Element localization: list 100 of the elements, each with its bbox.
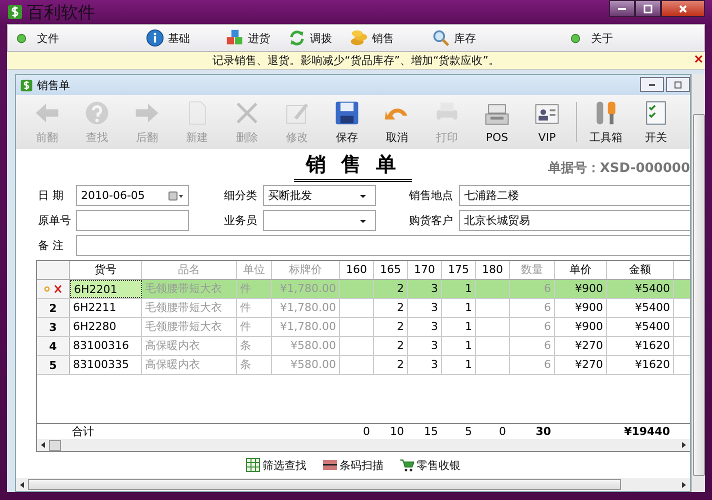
table-cell: ¥1,780.00 (280, 301, 336, 314)
search-icon (432, 29, 450, 47)
table-row[interactable]: 5 83100335 高保暖内衣 条 ¥580.00 2 3 1 6 ¥270 ¥1620 (37, 356, 690, 375)
total-cell: 10 (390, 425, 404, 438)
menu-item[interactable]: 进货 (226, 29, 270, 47)
column-header[interactable]: 单价 (555, 261, 607, 279)
horizontal-scrollbar[interactable] (37, 439, 690, 451)
close-button[interactable] (661, 0, 705, 17)
window-title: 百利软件 (27, 2, 95, 24)
cubes-icon (226, 29, 244, 47)
close-button[interactable]: × (694, 52, 703, 68)
table-cell: ¥5400 (635, 282, 670, 295)
row-number: 4 (49, 340, 57, 352)
vertical-scrollbar[interactable] (691, 74, 705, 492)
column-header[interactable]: 165 (374, 261, 408, 279)
info-message: 记录销售、退货。影响减少“货品库存”、增加“货款应收”。 (212, 53, 500, 68)
field-label: 销售地点 (408, 188, 454, 203)
table-cell: ¥270 (575, 358, 603, 371)
total-cell: 30 (536, 425, 551, 438)
input-field[interactable]: 北京长城贸易 (459, 210, 690, 231)
dropdown-field[interactable]: 买断批发 (263, 185, 376, 206)
scrollbar-thumb[interactable] (28, 479, 622, 490)
calendar-dropdown-icon (168, 190, 184, 200)
toolbar-button[interactable]: POS (472, 100, 522, 144)
table-cell: 2 (397, 282, 404, 295)
table-cell: 1 (465, 339, 472, 352)
column-header[interactable]: 金额 (607, 261, 674, 279)
input-field[interactable]: 七浦路二楼 (459, 185, 690, 206)
input-field[interactable] (76, 210, 189, 231)
row-number: 5 (49, 358, 57, 372)
maximize-button[interactable] (635, 0, 661, 17)
table-row[interactable]: 3 6H2280 毛领腰带短大衣 件 ¥1,780.00 2 3 1 6 ¥900 ¥5400 (37, 318, 690, 337)
menu-item[interactable]: 关于 (570, 30, 613, 46)
table-cell: ¥1,780.00 (280, 282, 336, 295)
menu-item[interactable]: 文件 (16, 30, 59, 46)
table-cell: 83100316 (73, 339, 129, 352)
minimize-button[interactable] (609, 0, 635, 17)
maximize-button[interactable] (666, 77, 690, 92)
table-cell: 3 (431, 282, 438, 295)
scrollbar-thumb[interactable] (49, 440, 61, 450)
toolbar-button[interactable]: 保存 (322, 99, 372, 145)
table-cell: 毛领腰带短大衣 (145, 320, 222, 333)
column-header[interactable]: 货号 (70, 261, 142, 279)
column-header[interactable]: 180 (476, 261, 510, 279)
table-cell: 高保暖内衣 (145, 358, 200, 371)
table-corner (37, 261, 70, 279)
field-label: 备 注 (37, 238, 64, 253)
field-label: 业务员 (223, 213, 258, 228)
toolbar-button[interactable]: 工具箱 (581, 99, 631, 145)
table-cell: 条 (240, 358, 251, 371)
table-cell: ¥900 (575, 282, 603, 295)
field-label: 原单号 (37, 213, 72, 228)
table-row[interactable]: 2 6H2211 毛领腰带短大衣 件 ¥1,780.00 2 3 1 6 ¥900 ¥5400 (37, 299, 690, 318)
table-cell: 3 (431, 301, 438, 314)
menu-item[interactable]: 库存 (432, 29, 476, 47)
toolbar-button[interactable]: 开关 (631, 99, 681, 145)
table-cell: 2 (397, 339, 404, 352)
input-field[interactable] (76, 235, 690, 256)
menu-item[interactable]: 销售 (350, 29, 394, 47)
table-cell: ¥900 (575, 301, 603, 314)
column-header[interactable]: 170 (408, 261, 442, 279)
dollar-icon (20, 78, 33, 92)
field-label: 日 期 (37, 188, 64, 203)
toolbar-button[interactable]: 取消 (372, 99, 422, 145)
menu-item[interactable]: 调拨 (288, 29, 332, 47)
coins-icon (350, 29, 368, 47)
column-header[interactable]: 175 (442, 261, 476, 279)
table-cell: ¥1620 (635, 339, 670, 352)
table-cell: ¥900 (575, 320, 603, 333)
bottom-button[interactable]: 条码扫描 (322, 458, 384, 472)
table-cell: 6 (544, 301, 551, 314)
table-row[interactable]: 4 83100316 高保暖内衣 条 ¥580.00 2 3 1 6 ¥270 ¥1620 (37, 337, 690, 356)
table-cell: ¥1,780.00 (280, 320, 336, 333)
table-cell: 件 (240, 301, 251, 314)
column-header[interactable]: 160 (340, 261, 374, 279)
toolbar-button[interactable]: VIP (522, 100, 572, 144)
table-cell: 6H2211 (73, 301, 116, 314)
table-cell: ¥580.00 (290, 358, 336, 371)
right-arrow-icon (680, 480, 688, 488)
table-cell: ¥580.00 (290, 339, 336, 352)
edit-marker-icon (43, 284, 63, 294)
menu-item[interactable]: 基础 (146, 29, 190, 47)
refresh-icon (288, 29, 306, 47)
scrollbar-thumb[interactable] (692, 114, 704, 476)
bottom-button[interactable]: 零售收银 (400, 458, 460, 472)
bottom-button[interactable]: 筛选查找 (246, 458, 306, 472)
minimize-button[interactable] (640, 77, 664, 92)
document-window-title: 销售单 (37, 78, 70, 92)
horizontal-scrollbar[interactable] (16, 478, 690, 491)
table-row[interactable]: 6H2201 毛领腰带短大衣 件 ¥1,780.00 2 3 1 6 ¥900 ¥5400 (37, 280, 690, 299)
maximize-icon (673, 80, 683, 90)
table-cell: ¥5400 (635, 301, 670, 314)
table-cell: 1 (465, 358, 472, 371)
barcode-icon (322, 458, 336, 472)
dropdown-field[interactable] (263, 210, 376, 231)
total-cell: ¥19440 (624, 425, 670, 438)
document-title: 销 售 单 (294, 150, 412, 182)
table-cell: 条 (240, 339, 251, 352)
date-field[interactable]: 2010-06-05 (76, 185, 189, 206)
totals-label: 合计 (72, 425, 94, 438)
